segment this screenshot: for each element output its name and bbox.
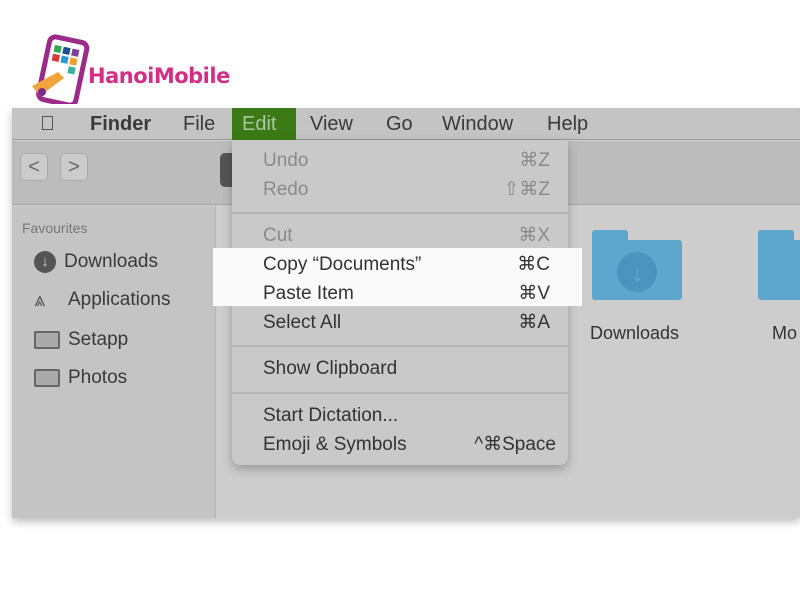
- menu-item-start-dictation[interactable]: Start Dictation...: [232, 401, 568, 430]
- folder-label: Mo: [772, 323, 798, 343]
- folder-icon: [34, 369, 60, 387]
- sidebar-item-setapp[interactable]: Setapp: [34, 327, 128, 353]
- menu-view[interactable]: View: [300, 108, 363, 140]
- sidebar-item-applications[interactable]: ⩓ Applications: [34, 287, 170, 313]
- menu-window[interactable]: Window: [432, 108, 523, 140]
- sidebar: Favourites ↓ Downloads ⩓ Applications Se…: [12, 206, 216, 518]
- folder-label: Downloads: [590, 323, 680, 343]
- download-arrow-icon: ↓: [617, 252, 657, 292]
- menu-item-emoji-symbols[interactable]: Emoji & Symbols ^⌘Space: [232, 430, 568, 459]
- finder-window:  Finder File Edit View Go Window Help <…: [12, 108, 800, 518]
- menu-separator: [232, 345, 568, 347]
- menu-item-select-all[interactable]: Select All ⌘A: [232, 308, 568, 337]
- menu-help[interactable]: Help: [537, 108, 598, 140]
- menu-edit[interactable]: Edit: [232, 108, 296, 140]
- applications-icon: ⩓: [34, 289, 46, 311]
- sidebar-item-downloads[interactable]: ↓ Downloads: [34, 249, 158, 275]
- menu-item-redo[interactable]: Redo ⇧⌘Z: [232, 175, 568, 204]
- sidebar-item-photos[interactable]: Photos: [34, 365, 127, 391]
- sidebar-heading: Favourites: [22, 220, 88, 236]
- folder-icon: [34, 331, 60, 349]
- folder-movies[interactable]: [758, 230, 800, 300]
- folder-downloads[interactable]: ↓: [592, 230, 682, 300]
- menu-item-cut[interactable]: Cut ⌘X: [232, 221, 568, 250]
- menu-separator: [232, 212, 568, 214]
- back-button[interactable]: <: [20, 153, 48, 181]
- sidebar-item-label: Photos: [68, 367, 128, 388]
- apple-icon[interactable]: : [40, 113, 55, 136]
- sidebar-item-label: Setapp: [68, 329, 129, 350]
- edit-menu: Undo ⌘Z Redo ⇧⌘Z Cut ⌘X Copy “Documents” ⌘C …: [213, 140, 582, 465]
- menu-item-paste[interactable]: Paste Item ⌘V: [232, 279, 568, 308]
- forward-button[interactable]: >: [60, 153, 88, 181]
- download-circle-icon: ↓: [34, 251, 56, 273]
- menu-bar:  Finder File Edit View Go Window Help: [12, 108, 800, 140]
- menu-item-show-clipboard[interactable]: Show Clipboard: [232, 354, 568, 383]
- menu-item-undo[interactable]: Undo ⌘Z: [232, 146, 568, 175]
- sidebar-item-label: Applications: [68, 289, 171, 310]
- menu-separator: [232, 392, 568, 394]
- menu-item-copy[interactable]: Copy “Documents” ⌘C: [232, 250, 568, 279]
- menu-go[interactable]: Go: [376, 108, 423, 140]
- menu-finder[interactable]: Finder: [80, 108, 161, 140]
- sidebar-item-label: Downloads: [64, 251, 158, 272]
- menu-file[interactable]: File: [173, 108, 225, 140]
- logo-text: HanoiMobile: [88, 64, 230, 88]
